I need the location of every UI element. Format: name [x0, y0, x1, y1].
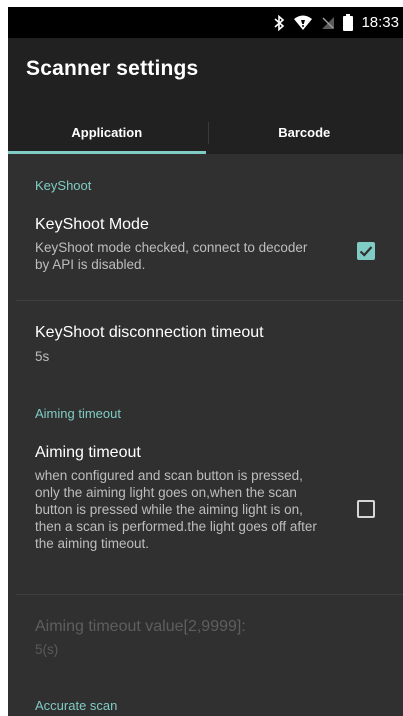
aiming-timeout-checkbox[interactable]	[357, 500, 375, 518]
tab-divider	[208, 122, 209, 144]
pref-keyshoot-mode-summary: KeyShoot mode checked, connect to decode…	[35, 240, 308, 272]
pref-aiming-value-summary: 5(s)	[35, 642, 59, 657]
divider	[16, 594, 403, 595]
category-aiming-timeout: Aiming timeout	[35, 406, 121, 421]
keyshoot-mode-checkbox[interactable]	[357, 242, 375, 260]
no-sim-icon	[321, 16, 335, 30]
page-title: Scanner settings	[26, 57, 199, 80]
category-accurate-scan: Accurate scan	[35, 698, 118, 713]
pref-aiming-timeout-title: Aiming timeout	[35, 444, 141, 461]
app-bar: Scanner settings Application Barcode	[8, 38, 403, 154]
pref-disconnect-timeout-title: KeyShoot disconnection timeout	[35, 324, 264, 341]
category-keyshoot: KeyShoot	[35, 178, 92, 193]
wifi-icon	[293, 15, 313, 31]
tab-barcode-label: Barcode	[278, 124, 331, 140]
tab-bar: Application Barcode	[8, 110, 403, 154]
tab-application[interactable]: Application	[8, 110, 206, 154]
divider	[16, 300, 403, 301]
tab-application-label: Application	[71, 124, 143, 140]
status-bar: 18:33	[8, 7, 403, 38]
pref-aiming-timeout-summary: when configured and scan button is press…	[35, 468, 317, 551]
pref-keyshoot-mode-title: KeyShoot Mode	[35, 216, 149, 233]
battery-icon	[343, 14, 354, 31]
pref-disconnect-timeout-value: 5s	[35, 349, 50, 364]
check-icon	[359, 246, 373, 257]
pref-aiming-value-title: Aiming timeout value[2,9999]:	[35, 618, 246, 635]
status-time: 18:33	[361, 14, 399, 31]
device-screen: 18:33 Scanner settings Application Barco…	[8, 7, 403, 716]
tab-barcode[interactable]: Barcode	[206, 110, 403, 154]
bluetooth-icon	[273, 14, 285, 31]
